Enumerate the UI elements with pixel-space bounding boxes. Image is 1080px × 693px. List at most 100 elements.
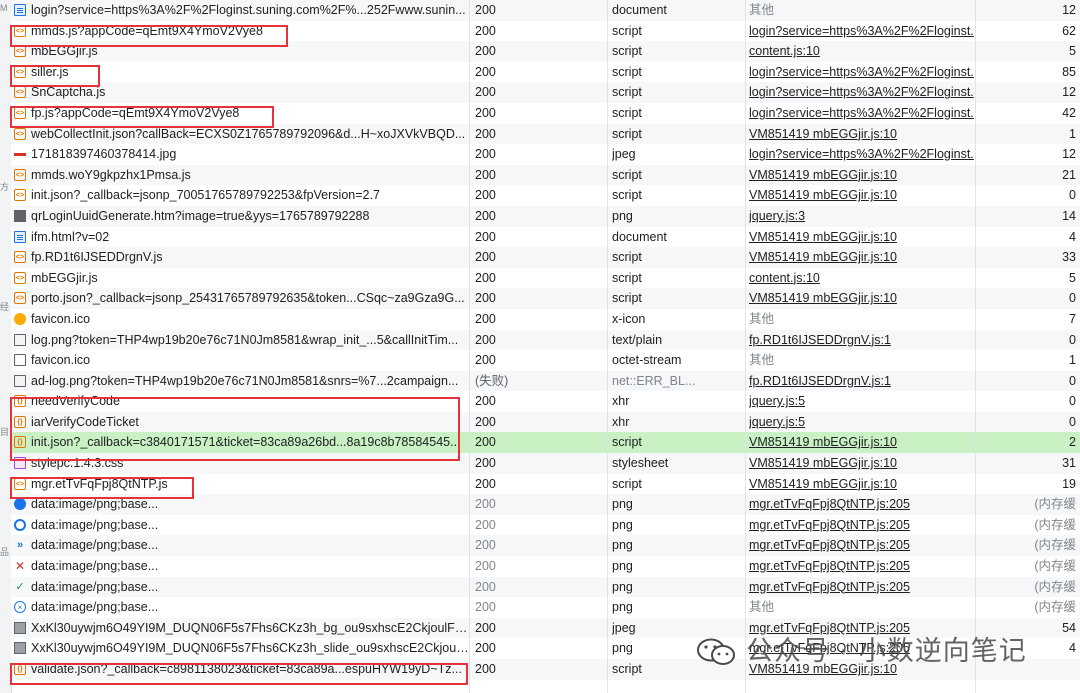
initiator-link[interactable]: VM851419 mbEGGjir.js:10 bbox=[749, 188, 897, 202]
watermark-text: 公众号 · 小数逆向笔记 bbox=[746, 636, 1027, 667]
request-initiator[interactable]: VM851419 mbEGGjir.js:10 bbox=[749, 432, 976, 453]
request-row[interactable]: favicon.ico 200 octet-stream 其他 1 bbox=[11, 350, 1080, 371]
request-name: XxKl30uywjm6O49YI9M_DUQN06F5s7Fhs6CKz3h_… bbox=[31, 641, 471, 656]
initiator-link[interactable]: VM851419 mbEGGjir.js:10 bbox=[749, 291, 897, 305]
request-row[interactable]: » data:image/png;base... 200 png mgr.etTvFqF… bbox=[11, 535, 1080, 557]
request-row[interactable]: ad-log.png?token=THP4wp19b20e76c71N0Jm85… bbox=[11, 370, 1080, 392]
request-initiator[interactable]: mgr.etTvFqFpj8QtNTP.js:205 bbox=[749, 556, 976, 577]
request-name: data:image/png;base... bbox=[31, 559, 159, 574]
initiator-link[interactable]: content.js:10 bbox=[749, 44, 820, 58]
request-row[interactable]: <> init.json?_callback=jsonp_700517657897… bbox=[11, 185, 1080, 206]
request-initiator: 其他 bbox=[749, 353, 775, 368]
request-initiator[interactable]: login?service=https%3A%2F%2Floginst. bbox=[749, 21, 976, 42]
request-row[interactable]: ✕ data:image/png;base... 200 png mgr.etTvFqF… bbox=[11, 556, 1080, 577]
request-initiator[interactable]: VM851419 mbEGGjir.js:10 bbox=[749, 185, 976, 206]
initiator-link[interactable]: content.js:10 bbox=[749, 271, 820, 285]
request-row[interactable]: ifm.html?v=02 200 document VM851419 mbEGGji… bbox=[11, 226, 1080, 248]
request-row[interactable]: qrLoginUuidGenerate.htm?image=true&yys=1… bbox=[11, 205, 1080, 227]
request-status: 200 bbox=[475, 188, 496, 203]
request-row[interactable]: ✓ data:image/png;base... 200 png mgr.etTvFqF… bbox=[11, 576, 1080, 598]
initiator-link[interactable]: VM851419 mbEGGjir.js:10 bbox=[749, 230, 897, 244]
initiator-link[interactable]: jquery.js:5 bbox=[749, 415, 805, 429]
request-initiator[interactable]: login?service=https%3A%2F%2Floginst. bbox=[749, 144, 976, 165]
request-initiator[interactable]: mgr.etTvFqFpj8QtNTP.js:205 bbox=[749, 515, 976, 536]
request-initiator[interactable]: mgr.etTvFqFpj8QtNTP.js:205 bbox=[749, 577, 976, 598]
request-initiator[interactable]: VM851419 mbEGGjir.js:10 bbox=[749, 247, 976, 268]
initiator-link[interactable]: login?service=https%3A%2F%2Floginst. bbox=[749, 85, 974, 99]
blank-file-icon bbox=[14, 354, 26, 367]
request-row[interactable]: favicon.ico 200 x-icon 其他 7 bbox=[11, 308, 1080, 330]
initiator-link[interactable]: login?service=https%3A%2F%2Floginst. bbox=[749, 147, 974, 161]
request-initiator[interactable]: jquery.js:3 bbox=[749, 206, 976, 227]
request-name: favicon.ico bbox=[31, 311, 91, 326]
initiator-link[interactable]: jquery.js:5 bbox=[749, 394, 805, 408]
request-initiator[interactable]: login?service=https%3A%2F%2Floginst. bbox=[749, 62, 976, 83]
initiator-link[interactable]: mgr.etTvFqFpj8QtNTP.js:205 bbox=[749, 580, 910, 594]
request-row[interactable]: <> SnCaptcha.js 200 script login?service=htt… bbox=[11, 82, 1080, 103]
request-row[interactable]: <> fp.RD1t6IJSEDDrgnV.js 200 script VM851419… bbox=[11, 247, 1080, 268]
initiator-link[interactable]: login?service=https%3A%2F%2Floginst. bbox=[749, 106, 974, 120]
request-name: qrLoginUuidGenerate.htm?image=true&yys=1… bbox=[31, 208, 370, 223]
request-size: 0 bbox=[1069, 291, 1076, 306]
circle-cross-icon: × bbox=[14, 601, 26, 614]
request-initiator[interactable]: jquery.js:5 bbox=[749, 391, 976, 412]
request-row[interactable]: <> mmds.woY9gkpzhx1Pmsa.js 200 script VM8514… bbox=[11, 164, 1080, 186]
request-status: 200 bbox=[475, 394, 496, 409]
request-initiator[interactable]: VM851419 mbEGGjir.js:10 bbox=[749, 474, 976, 495]
initiator-link[interactable]: fp.RD1t6IJSEDDrgnV.js:1 bbox=[749, 333, 891, 347]
initiator-link[interactable]: VM851419 mbEGGjir.js:10 bbox=[749, 435, 897, 449]
request-row[interactable]: 171818397460378414.jpg 200 jpeg login?servi… bbox=[11, 144, 1080, 165]
request-initiator[interactable]: fp.RD1t6IJSEDDrgnV.js:1 bbox=[749, 330, 976, 351]
request-initiator[interactable]: content.js:10 bbox=[749, 41, 976, 62]
request-initiator[interactable]: jquery.js:5 bbox=[749, 412, 976, 433]
request-initiator[interactable]: VM851419 mbEGGjir.js:10 bbox=[749, 227, 976, 248]
request-status: 200 bbox=[475, 332, 496, 347]
initiator-link[interactable]: mgr.etTvFqFpj8QtNTP.js:205 bbox=[749, 538, 910, 552]
initiator-link[interactable]: VM851419 mbEGGjir.js:10 bbox=[749, 456, 897, 470]
initiator-link[interactable]: mgr.etTvFqFpj8QtNTP.js:205 bbox=[749, 497, 910, 511]
request-status: 200 bbox=[475, 456, 496, 471]
request-initiator[interactable]: content.js:10 bbox=[749, 268, 976, 289]
request-size: (内存缓 bbox=[1034, 517, 1076, 532]
initiator-link[interactable]: login?service=https%3A%2F%2Floginst. bbox=[749, 24, 974, 38]
request-row[interactable]: × data:image/png;base... 200 png 其他 (内存缓 bbox=[11, 597, 1080, 618]
initiator-link[interactable]: VM851419 mbEGGjir.js:10 bbox=[749, 477, 897, 491]
request-type: png bbox=[612, 538, 633, 553]
request-row[interactable]: login?service=https%3A%2F%2Floginst.suni… bbox=[11, 0, 1080, 21]
request-row[interactable]: <> mbEGGjir.js 200 script content.js:10 5 bbox=[11, 267, 1080, 289]
request-initiator[interactable]: VM851419 mbEGGjir.js:10 bbox=[749, 165, 976, 186]
annotation-box bbox=[10, 397, 460, 461]
request-initiator[interactable]: login?service=https%3A%2F%2Floginst. bbox=[749, 82, 976, 103]
initiator-link[interactable]: mgr.etTvFqFpj8QtNTP.js:205 bbox=[749, 518, 910, 532]
initiator-link[interactable]: VM851419 mbEGGjir.js:10 bbox=[749, 168, 897, 182]
initiator-link[interactable]: VM851419 mbEGGjir.js:10 bbox=[749, 250, 897, 264]
initiator-link[interactable]: login?service=https%3A%2F%2Floginst. bbox=[749, 65, 974, 79]
request-initiator[interactable]: VM851419 mbEGGjir.js:10 bbox=[749, 453, 976, 474]
request-size: 12 bbox=[1062, 3, 1076, 17]
request-initiator[interactable]: mgr.etTvFqFpj8QtNTP.js:205 bbox=[749, 535, 976, 556]
initiator-link[interactable]: fp.RD1t6IJSEDDrgnV.js:1 bbox=[749, 374, 891, 388]
request-initiator[interactable]: login?service=https%3A%2F%2Floginst. bbox=[749, 103, 976, 124]
request-row[interactable]: log.png?token=THP4wp19b20e76c71N0Jm8581&… bbox=[11, 329, 1080, 351]
request-status: 200 bbox=[475, 44, 496, 59]
request-initiator[interactable]: VM851419 mbEGGjir.js:10 bbox=[749, 288, 976, 309]
image-line-icon bbox=[14, 153, 26, 157]
column-divider bbox=[745, 0, 746, 693]
request-initiator[interactable]: VM851419 mbEGGjir.js:10 bbox=[749, 124, 976, 145]
initiator-link[interactable]: jquery.js:3 bbox=[749, 209, 805, 223]
request-row[interactable]: data:image/png;base... 200 png mgr.etTvFqFp… bbox=[11, 514, 1080, 536]
initiator-link[interactable]: mgr.etTvFqFpj8QtNTP.js:205 bbox=[749, 559, 910, 573]
request-size: 5 bbox=[1069, 270, 1076, 285]
request-status: 200 bbox=[475, 229, 496, 244]
request-initiator[interactable]: fp.RD1t6IJSEDDrgnV.js:1 bbox=[749, 371, 976, 392]
request-status: 200 bbox=[475, 311, 496, 326]
favicon-icon bbox=[14, 312, 26, 325]
request-size: 0 bbox=[1069, 394, 1076, 409]
request-name: XxKl30uywjm6O49YI9M_DUQN06F5s7Fhs6CKz3h_… bbox=[31, 620, 471, 635]
request-name: data:image/png;base... bbox=[31, 600, 159, 615]
initiator-link[interactable]: VM851419 mbEGGjir.js:10 bbox=[749, 127, 897, 141]
request-row[interactable]: <> siller.js 200 script login?service=https%… bbox=[11, 61, 1080, 83]
request-initiator[interactable]: mgr.etTvFqFpj8QtNTP.js:205 bbox=[749, 494, 976, 515]
request-type: png bbox=[612, 517, 633, 532]
request-row[interactable]: <> porto.json?_callback=jsonp_25431765789… bbox=[11, 288, 1080, 309]
